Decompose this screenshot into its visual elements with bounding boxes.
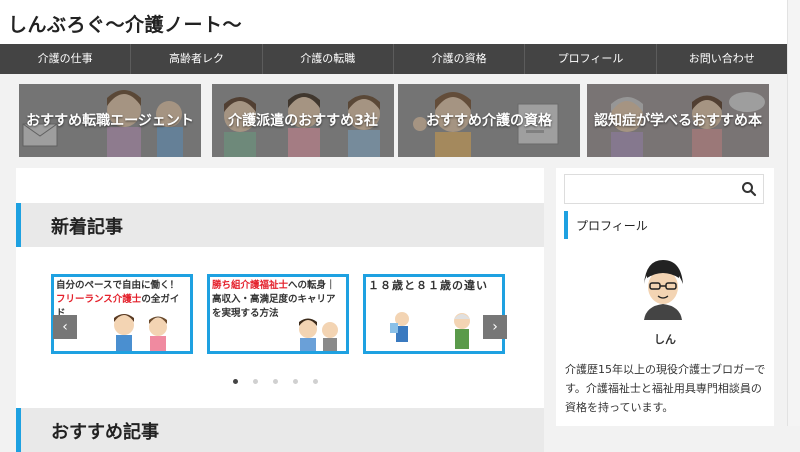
article-card-illustration — [299, 318, 338, 351]
article-card-care-worker[interactable]: 勝ち組介護福祉士への転身｜高収入・高満足度のキャリアを実現する方法 — [207, 274, 349, 354]
recommended-articles-heading: おすすめ記事 — [16, 408, 544, 452]
profile-heading: プロフィール — [564, 211, 764, 239]
sidebar-search — [564, 174, 764, 204]
profile-title: プロフィール — [576, 219, 648, 233]
banner-dispatch-agencies[interactable]: 介護派遣のおすすめ3社 — [212, 84, 394, 157]
slider-next-button[interactable]: › — [483, 315, 507, 339]
card-highlight: 勝ち組介護福祉士 — [212, 280, 289, 291]
banner-row: おすすめ転職エージェント 介護派遣のおすすめ3社 おすすめ介護の資格 認知症が学… — [19, 84, 780, 157]
profile-bio: 介護歴15年以上の現役介護士ブロガーです。介護福祉士と福祉用具専門相談員の資格を… — [565, 363, 766, 414]
card-highlight: フリーランス介護士 — [56, 294, 142, 305]
nav-item-qualifications[interactable]: 介護の資格 — [394, 44, 526, 74]
slider-dot[interactable] — [253, 379, 258, 384]
new-articles-title: 新着記事 — [51, 217, 123, 238]
slider-dot[interactable] — [233, 379, 238, 384]
banner-label: おすすめ介護の資格 — [426, 112, 552, 129]
recommended-articles-title: おすすめ記事 — [51, 422, 159, 443]
chevron-right-icon: › — [492, 319, 498, 335]
search-icon[interactable] — [741, 181, 757, 197]
slider-dot[interactable] — [273, 379, 278, 384]
site-header: しんぶろぐ〜介護ノート〜 — [0, 0, 800, 44]
nav-item-career-change[interactable]: 介護の転職 — [263, 44, 394, 74]
chevron-left-icon: ‹ — [62, 319, 68, 335]
new-articles-heading: 新着記事 — [16, 203, 544, 247]
site-title[interactable]: しんぶろぐ〜介護ノート〜 — [8, 10, 242, 37]
article-card-illustration — [390, 312, 470, 349]
banner-label: おすすめ転職エージェント — [26, 112, 194, 129]
banner-label: 認知症が学べるおすすめ本 — [594, 112, 762, 129]
page-scrollbar[interactable] — [787, 0, 800, 426]
article-card-age-difference[interactable]: １８歳と８１歳の違い — [363, 274, 505, 354]
slider-pagination — [233, 379, 318, 384]
profile-name: しん — [654, 333, 676, 346]
banner-job-agent[interactable]: おすすめ転職エージェント — [19, 84, 201, 157]
nav-item-care-jobs[interactable]: 介護の仕事 — [0, 44, 132, 74]
avatar — [631, 255, 695, 320]
nav-item-contact[interactable]: お問い合わせ — [657, 44, 787, 74]
global-nav: 介護の仕事 高齢者レク 介護の転職 介護の資格 プロフィール お問い合わせ — [0, 44, 787, 74]
article-card-title: 勝ち組介護福祉士への転身｜高収入・高満足度のキャリアを実現する方法 — [212, 279, 344, 321]
search-input[interactable] — [565, 175, 745, 203]
slider-dot[interactable] — [313, 379, 318, 384]
card-line: 自分のペースで自由に働く！ — [56, 280, 180, 291]
slider-dot[interactable] — [293, 379, 298, 384]
sidebar: プロフィール しん 介護歴15年以上の現役介護士ブロガーです。介護福祉士と福祉用… — [556, 168, 774, 426]
article-card-title: １８歳と８１歳の違い — [368, 279, 488, 292]
nav-item-profile[interactable]: プロフィール — [525, 44, 657, 74]
article-card-freelance[interactable]: 自分のペースで自由に働く！ フリーランス介護士の全ガイド — [51, 274, 193, 354]
banner-label: 介護派遣のおすすめ3社 — [228, 112, 378, 129]
banner-dementia-books[interactable]: 認知症が学べるおすすめ本 — [587, 84, 769, 157]
nav-item-elderly-recreation[interactable]: 高齢者レク — [131, 44, 263, 74]
main-content: 新着記事 自分のペースで自由に働く！ フリーランス介護士の全ガイド 勝ち組介護福… — [16, 168, 544, 452]
banner-care-qualifications[interactable]: おすすめ介護の資格 — [398, 84, 580, 157]
slider-prev-button[interactable]: ‹ — [53, 315, 77, 339]
